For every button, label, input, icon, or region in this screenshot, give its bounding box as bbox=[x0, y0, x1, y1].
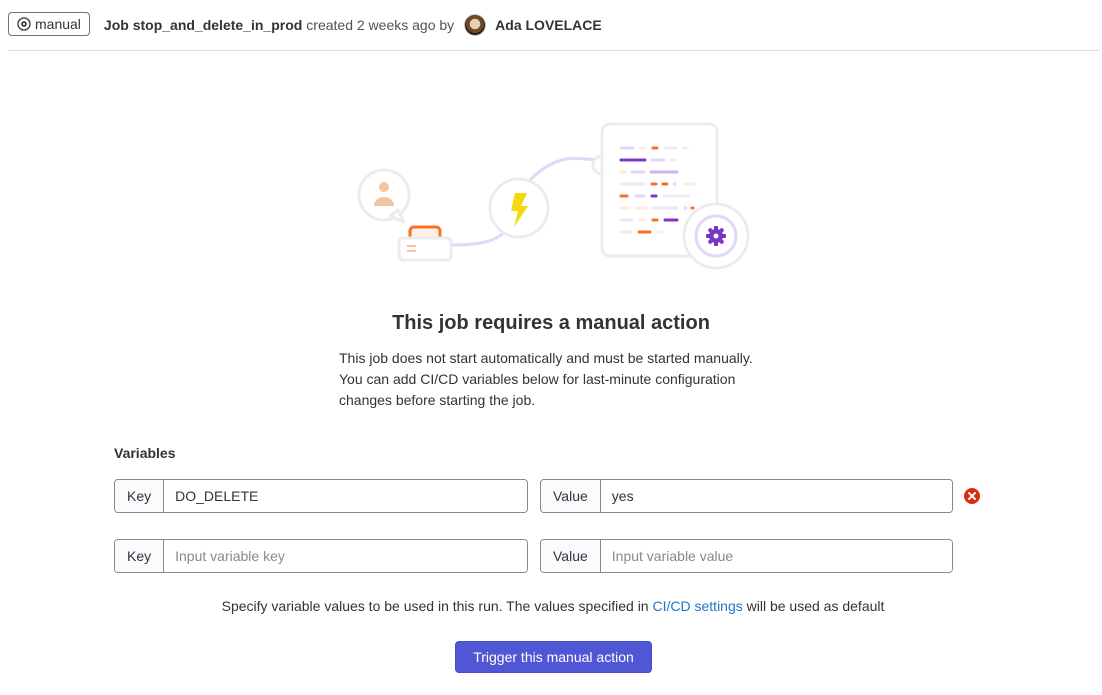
author-name[interactable]: Ada LOVELACE bbox=[495, 17, 602, 33]
job-name: stop_and_delete_in_prod bbox=[132, 17, 303, 33]
value-prefix-label: Value bbox=[541, 540, 601, 572]
variable-row: Key Value bbox=[114, 479, 994, 513]
help-text-after: will be used as default bbox=[742, 598, 885, 614]
log-document-icon bbox=[591, 122, 750, 270]
avatar[interactable] bbox=[464, 14, 487, 36]
variable-key-input[interactable] bbox=[164, 480, 527, 512]
connector-line bbox=[528, 156, 603, 182]
job-header: manual Job stop_and_delete_in_prod creat… bbox=[8, 0, 1099, 51]
help-text-before: Specify variable values to be used in th… bbox=[221, 598, 653, 614]
variables-help-text: Specify variable values to be used in th… bbox=[0, 598, 1102, 614]
variable-value-group: Value bbox=[540, 479, 953, 513]
variable-key-input[interactable] bbox=[164, 540, 527, 572]
variables-label: Variables bbox=[114, 445, 176, 461]
toolbox-icon bbox=[397, 225, 453, 262]
job-prefix: Job bbox=[103, 17, 129, 33]
empty-state-title: This job requires a manual action bbox=[392, 312, 710, 334]
variable-key-group: Key bbox=[114, 539, 528, 573]
remove-variable-icon[interactable] bbox=[964, 488, 980, 504]
variable-value-input[interactable] bbox=[600, 540, 952, 572]
job-title: Job stop_and_delete_in_prod bbox=[104, 17, 302, 33]
variable-value-input[interactable] bbox=[600, 480, 952, 512]
gear-icon bbox=[17, 17, 31, 31]
cicd-settings-link[interactable]: CI/CD settings bbox=[653, 598, 743, 614]
lightning-icon bbox=[488, 177, 550, 239]
job-meta: created 2 weeks ago by bbox=[306, 17, 455, 33]
manual-action-illustration bbox=[357, 122, 750, 270]
user-bubble-icon bbox=[357, 168, 411, 224]
trigger-manual-action-button[interactable]: Trigger this manual action bbox=[455, 641, 652, 673]
gear-icon bbox=[706, 226, 726, 246]
value-prefix-label: Value bbox=[541, 480, 601, 512]
variable-value-group: Value bbox=[540, 539, 953, 573]
variable-key-group: Key bbox=[114, 479, 528, 513]
empty-state-description: This job does not start automatically an… bbox=[339, 350, 753, 408]
status-label: manual bbox=[35, 16, 81, 32]
variable-row: Key Value bbox=[114, 539, 994, 573]
key-prefix-label: Key bbox=[115, 480, 165, 512]
key-prefix-label: Key bbox=[115, 540, 165, 572]
status-badge[interactable]: manual bbox=[8, 12, 90, 36]
